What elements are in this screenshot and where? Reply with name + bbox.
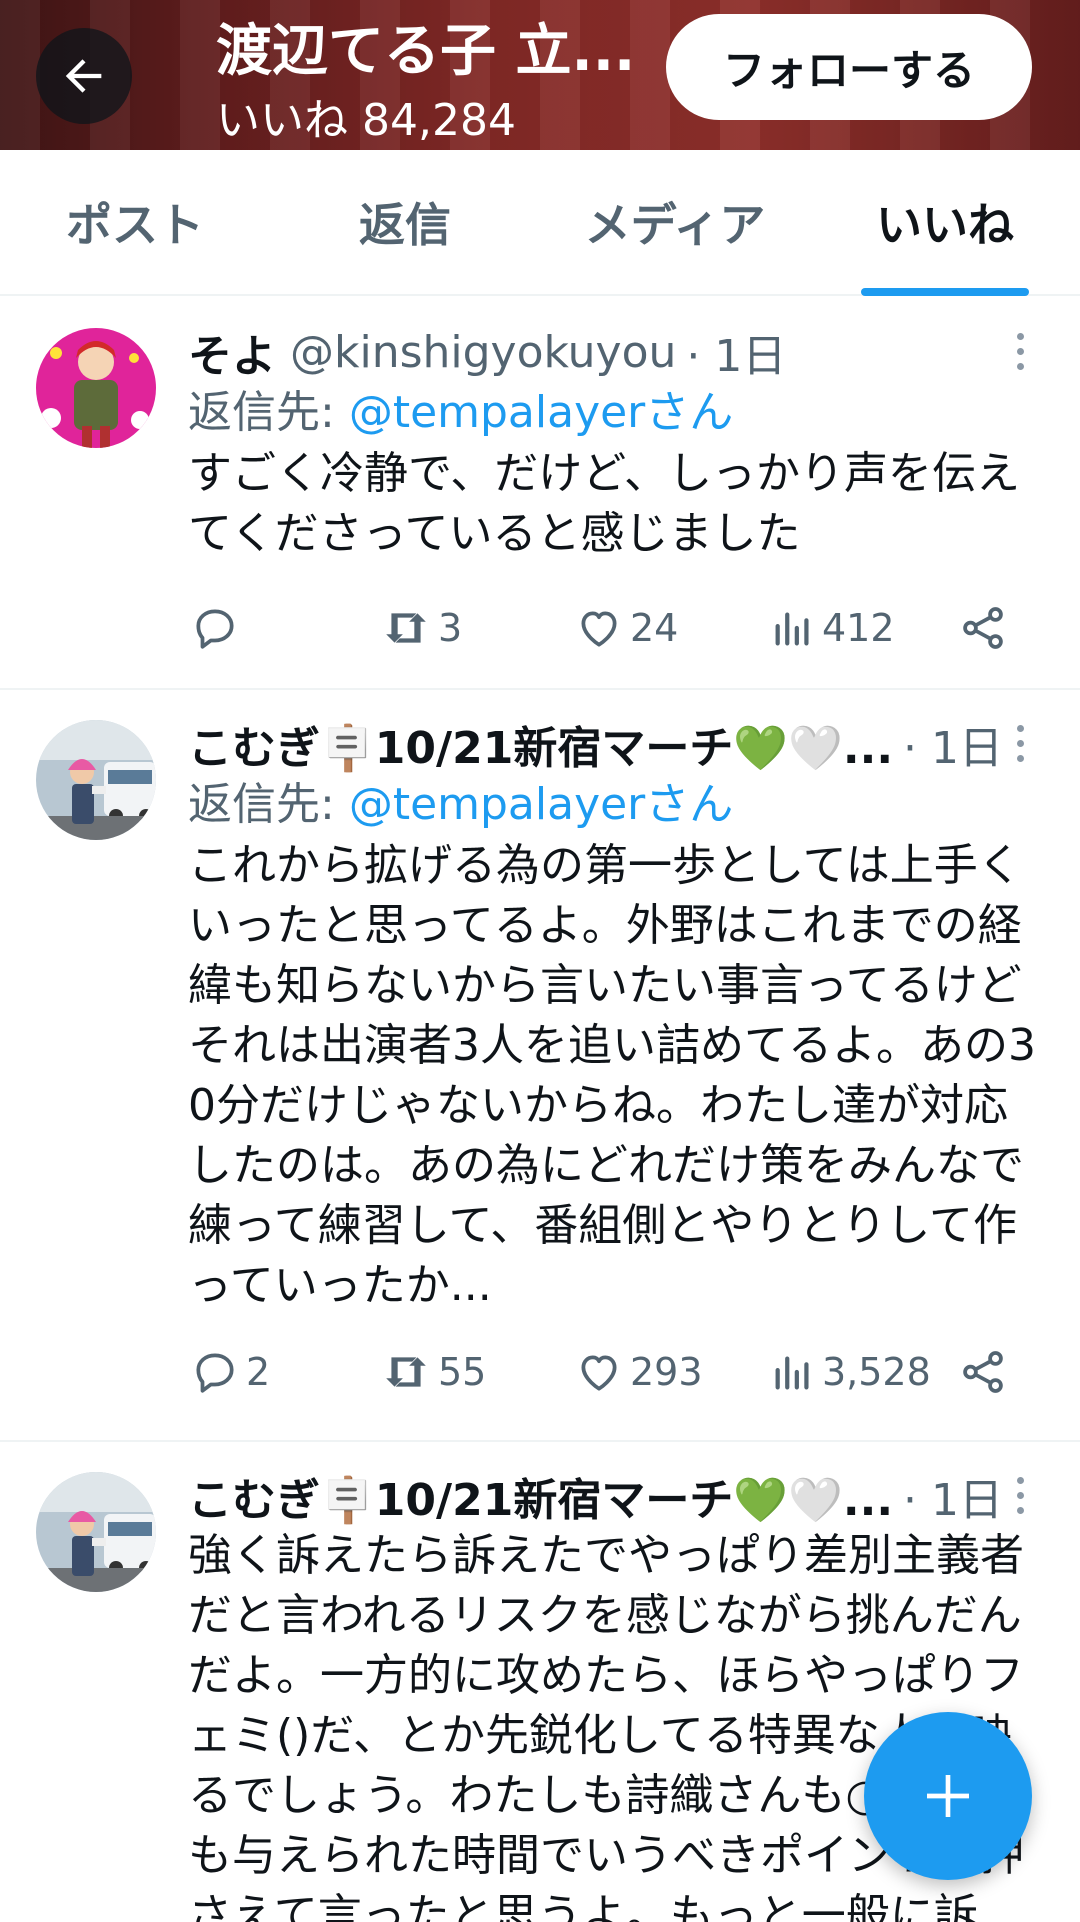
share-button[interactable] (958, 1347, 1008, 1397)
tab-posts[interactable]: ポスト (0, 150, 270, 294)
tab-media[interactable]: メディア (540, 150, 810, 294)
heart-icon (581, 611, 617, 647)
tweet-time[interactable]: · 1日 (686, 322, 786, 382)
more-icon[interactable] (1000, 326, 1040, 376)
retweet-count: 3 (438, 606, 463, 650)
share-button[interactable] (958, 603, 1008, 653)
author-handle[interactable]: @kinshigyokuyou (290, 327, 676, 378)
reply-mention-link[interactable]: @tempalayerさん (349, 779, 733, 830)
back-arrow-icon (65, 59, 102, 93)
view-count: 412 (822, 606, 895, 650)
views-icon (775, 1356, 809, 1390)
tweet-time[interactable]: · 1日 (903, 1466, 1003, 1526)
retweet-button[interactable]: 55 (380, 1347, 486, 1397)
reply-icon (196, 1353, 234, 1393)
view-count: 3,528 (822, 1350, 931, 1394)
tab-likes[interactable]: いいね (810, 150, 1080, 296)
share-icon (963, 607, 1003, 649)
tweet-text: これから拡げる為の第一歩としては上手くいったと思ってるよ。外野はこれまでの経緯も… (188, 840, 1036, 1311)
retweet-icon (386, 1357, 426, 1387)
reply-mention-link[interactable]: @tempalayerさん (349, 387, 733, 438)
avatar[interactable] (36, 720, 156, 840)
more-icon[interactable] (1000, 1470, 1040, 1520)
reply-button[interactable]: 2 (190, 1347, 270, 1397)
back-button[interactable] (36, 28, 132, 124)
tweet-actions: 3 24 412 (188, 598, 1028, 658)
tweet-header: こむぎ🪧10/21新宿マーチ💚🤍... · 1日 (188, 1466, 1040, 1526)
share-icon (963, 1351, 1003, 1393)
reply-button[interactable] (190, 603, 246, 653)
tweet-actions: 2 55 293 3,528 (188, 1342, 1028, 1402)
retweet-button[interactable]: 3 (380, 603, 462, 653)
like-button[interactable]: 24 (574, 603, 678, 653)
retweet-icon (386, 613, 426, 643)
reply-context: 返信先: @tempalayerさん (188, 387, 734, 438)
tweet-header: そよ @kinshigyokuyou · 1日 (188, 322, 1040, 383)
like-button[interactable]: 293 (574, 1347, 703, 1397)
views-icon (775, 612, 809, 646)
like-count: 293 (630, 1350, 703, 1394)
author-name[interactable]: そよ (188, 322, 276, 382)
profile-header: 渡辺てる子 立... いいね 84,284 フォローする (0, 0, 1080, 150)
reply-context: 返信先: @tempalayerさん (188, 779, 734, 830)
compose-plus-icon (927, 1775, 969, 1817)
views-button[interactable]: 412 (770, 603, 895, 653)
reply-icon (196, 609, 234, 649)
tweet[interactable]: こむぎ🪧10/21新宿マーチ💚🤍... · 1日 返信先: @tempalaye… (0, 690, 1080, 1442)
tweet-text: すごく冷静で、だけど、しっかり声を伝えてくださっていると感じました (188, 448, 1021, 559)
avatar[interactable] (36, 1472, 156, 1592)
tweet[interactable]: そよ @kinshigyokuyou · 1日 返信先: @tempalayer… (0, 298, 1080, 690)
views-button[interactable]: 3,528 (770, 1347, 931, 1397)
tweet-header: こむぎ🪧10/21新宿マーチ💚🤍... · 1日 (188, 714, 1040, 774)
tweet-time[interactable]: · 1日 (903, 714, 1003, 774)
avatar[interactable] (36, 328, 156, 448)
follow-button[interactable]: フォローする (666, 14, 1032, 120)
heart-icon (581, 1355, 617, 1391)
likes-feed: そよ @kinshigyokuyou · 1日 返信先: @tempalayer… (0, 298, 1080, 1922)
author-name[interactable]: こむぎ🪧10/21新宿マーチ💚🤍... (188, 1466, 893, 1526)
more-icon[interactable] (1000, 718, 1040, 768)
tab-replies[interactable]: 返信 (270, 150, 540, 294)
retweet-count: 55 (438, 1350, 487, 1394)
active-tab-indicator (861, 288, 1029, 296)
profile-name: 渡辺てる子 立... (216, 19, 636, 84)
reply-count: 2 (246, 1350, 271, 1394)
profile-tabs: ポスト 返信 メディア いいね (0, 150, 1080, 296)
like-count: 24 (630, 606, 679, 650)
compose-button[interactable] (864, 1712, 1032, 1880)
likes-count: いいね 84,284 (216, 95, 516, 146)
author-name[interactable]: こむぎ🪧10/21新宿マーチ💚🤍... (188, 714, 893, 774)
